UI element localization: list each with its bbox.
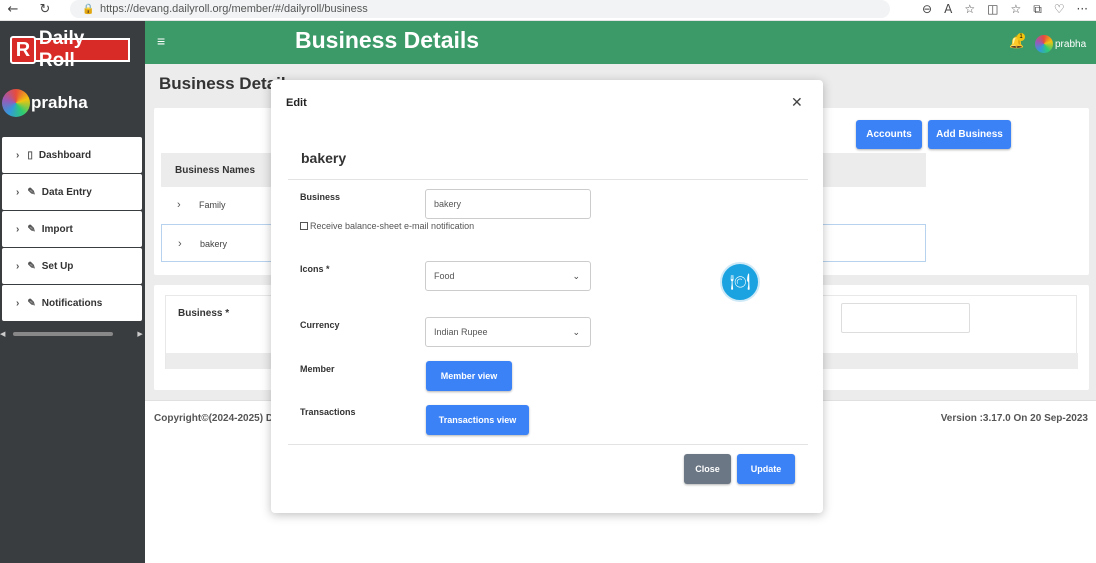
more-icon[interactable]: ··· — [1077, 2, 1088, 16]
avatar — [2, 89, 30, 117]
email-notification-checkbox[interactable]: Receive balance-sheet e-mail notificatio… — [300, 221, 474, 231]
sidebar-item-notifications[interactable]: › ✎ Notifications — [2, 285, 142, 321]
chevron-right-icon[interactable]: › — [177, 199, 181, 211]
version-text: Version :3.17.0 On 20 Sep-2023 — [940, 413, 1088, 424]
checkbox-box[interactable] — [300, 222, 308, 230]
chevron-right-icon: › — [16, 260, 20, 272]
currency-select[interactable]: Indian Rupee ⌄ — [425, 317, 591, 347]
close-button[interactable]: Close — [684, 454, 731, 484]
extensions-icon[interactable]: ♡ — [1054, 2, 1065, 16]
member-view-button[interactable]: Member view — [426, 361, 512, 391]
lock-icon: 🔒 — [82, 3, 95, 15]
logo-text: Daily Roll — [33, 28, 130, 71]
sidebar-item-label: Notifications — [41, 297, 103, 309]
row-business-name: bakery — [200, 239, 228, 249]
chevron-right-icon: › — [16, 223, 20, 235]
close-icon[interactable]: ✕ — [791, 94, 803, 111]
divider — [288, 444, 808, 445]
business-label: Business — [300, 192, 341, 202]
file-icon: ▯ — [27, 149, 33, 161]
browser-bar: ← ↻ 🔒 https://devang.dailyroll.org/membe… — [0, 0, 1096, 21]
read-aloud-icon[interactable]: A — [944, 2, 952, 16]
notification-badge: 1 — [1017, 33, 1025, 41]
business-name-input[interactable]: bakery — [425, 189, 591, 219]
modal-title: Edit — [286, 97, 307, 109]
business-field-label: Business * — [178, 308, 230, 319]
scroll-right-icon[interactable]: ▶ — [137, 330, 142, 338]
top-bar: ≡ Business Details 🔔 1 prabha — [145, 21, 1096, 64]
divider — [288, 179, 808, 180]
scroll-left-icon[interactable]: ◀ — [0, 330, 5, 338]
sidebar-item-set-up[interactable]: › ✎ Set Up — [2, 248, 142, 284]
sidebar-item-import[interactable]: › ✎ Import — [2, 211, 142, 247]
update-button[interactable]: Update — [737, 454, 795, 484]
column-header-business-names: Business Names — [175, 165, 256, 176]
pencil-icon: ✎ — [27, 223, 36, 235]
transactions-label: Transactions — [300, 407, 356, 417]
add-business-button[interactable]: Add Business — [928, 120, 1011, 149]
plate-cutlery-icon: 🍽 — [720, 262, 760, 302]
reload-icon[interactable]: ↻ — [34, 2, 56, 17]
top-bar-user-name: prabha — [1055, 38, 1087, 50]
accounts-button[interactable]: Accounts — [856, 120, 922, 149]
currency-select-value: Indian Rupee — [434, 327, 488, 337]
chevron-right-icon: › — [16, 297, 20, 309]
sidebar-item-label: Dashboard — [38, 149, 92, 161]
chevron-right-icon: › — [16, 149, 20, 161]
sidebar-menu: › ▯ Dashboard › ✎ Data Entry › ✎ Import … — [0, 136, 145, 322]
user-menu[interactable]: prabha — [1035, 35, 1086, 53]
chevron-down-icon: ⌄ — [572, 327, 580, 337]
avatar — [1035, 35, 1053, 53]
sidebar-scrollbar[interactable]: ◀ ▶ — [0, 329, 145, 339]
chevron-right-icon: › — [16, 186, 20, 198]
business-form-input[interactable] — [841, 303, 970, 333]
member-label: Member — [300, 364, 335, 374]
url-text: https://devang.dailyroll.org/member/#/da… — [100, 3, 368, 15]
transactions-view-button[interactable]: Transactions view — [426, 405, 529, 435]
top-bar-title: Business Details — [295, 27, 480, 53]
edit-business-modal: Edit ✕ bakery Business bakery Receive ba… — [271, 80, 823, 513]
currency-label: Currency — [300, 320, 340, 330]
menu-toggle-icon[interactable]: ≡ — [157, 33, 165, 49]
back-icon[interactable]: ← — [2, 2, 24, 17]
icons-select-value: Food — [434, 271, 455, 281]
pencil-icon: ✎ — [27, 297, 36, 309]
icons-select[interactable]: Food ⌄ — [425, 261, 591, 291]
sidebar-item-data-entry[interactable]: › ✎ Data Entry — [2, 174, 142, 210]
sidebar-item-label: Import — [41, 223, 73, 235]
modal-subtitle: bakery — [301, 150, 347, 166]
sidebar: R Daily Roll prabha › ▯ Dashboard › ✎ Da… — [0, 21, 145, 563]
sidebar-user-name: prabha — [31, 93, 88, 112]
favorites-icon[interactable]: ☆ — [1010, 2, 1021, 16]
icons-label: Icons * — [300, 264, 330, 274]
zoom-icon[interactable]: ⊖ — [922, 2, 932, 16]
logo[interactable]: R Daily Roll — [10, 28, 130, 71]
checkbox-label: Receive balance-sheet e-mail notificatio… — [310, 221, 475, 231]
collections-icon[interactable]: ⧉ — [1033, 2, 1042, 17]
chevron-down-icon: ⌄ — [572, 271, 580, 281]
sidebar-item-label: Set Up — [41, 260, 74, 272]
row-business-name: Family — [199, 200, 226, 210]
pencil-icon: ✎ — [27, 260, 36, 272]
split-screen-icon[interactable]: ◫ — [987, 2, 998, 16]
chevron-right-icon[interactable]: › — [178, 238, 182, 250]
sidebar-item-dashboard[interactable]: › ▯ Dashboard — [2, 137, 142, 173]
scrollbar-thumb[interactable] — [13, 332, 114, 336]
logo-mark: R — [10, 36, 36, 64]
pencil-icon: ✎ — [27, 186, 36, 198]
address-bar[interactable]: 🔒 https://devang.dailyroll.org/member/#/… — [70, 0, 890, 18]
copyright-text: Copyright©(2024-2025) Da — [154, 413, 279, 424]
sidebar-user[interactable]: prabha — [2, 89, 88, 117]
sidebar-item-label: Data Entry — [41, 186, 92, 198]
favorite-star-icon[interactable]: ☆ — [964, 2, 975, 16]
